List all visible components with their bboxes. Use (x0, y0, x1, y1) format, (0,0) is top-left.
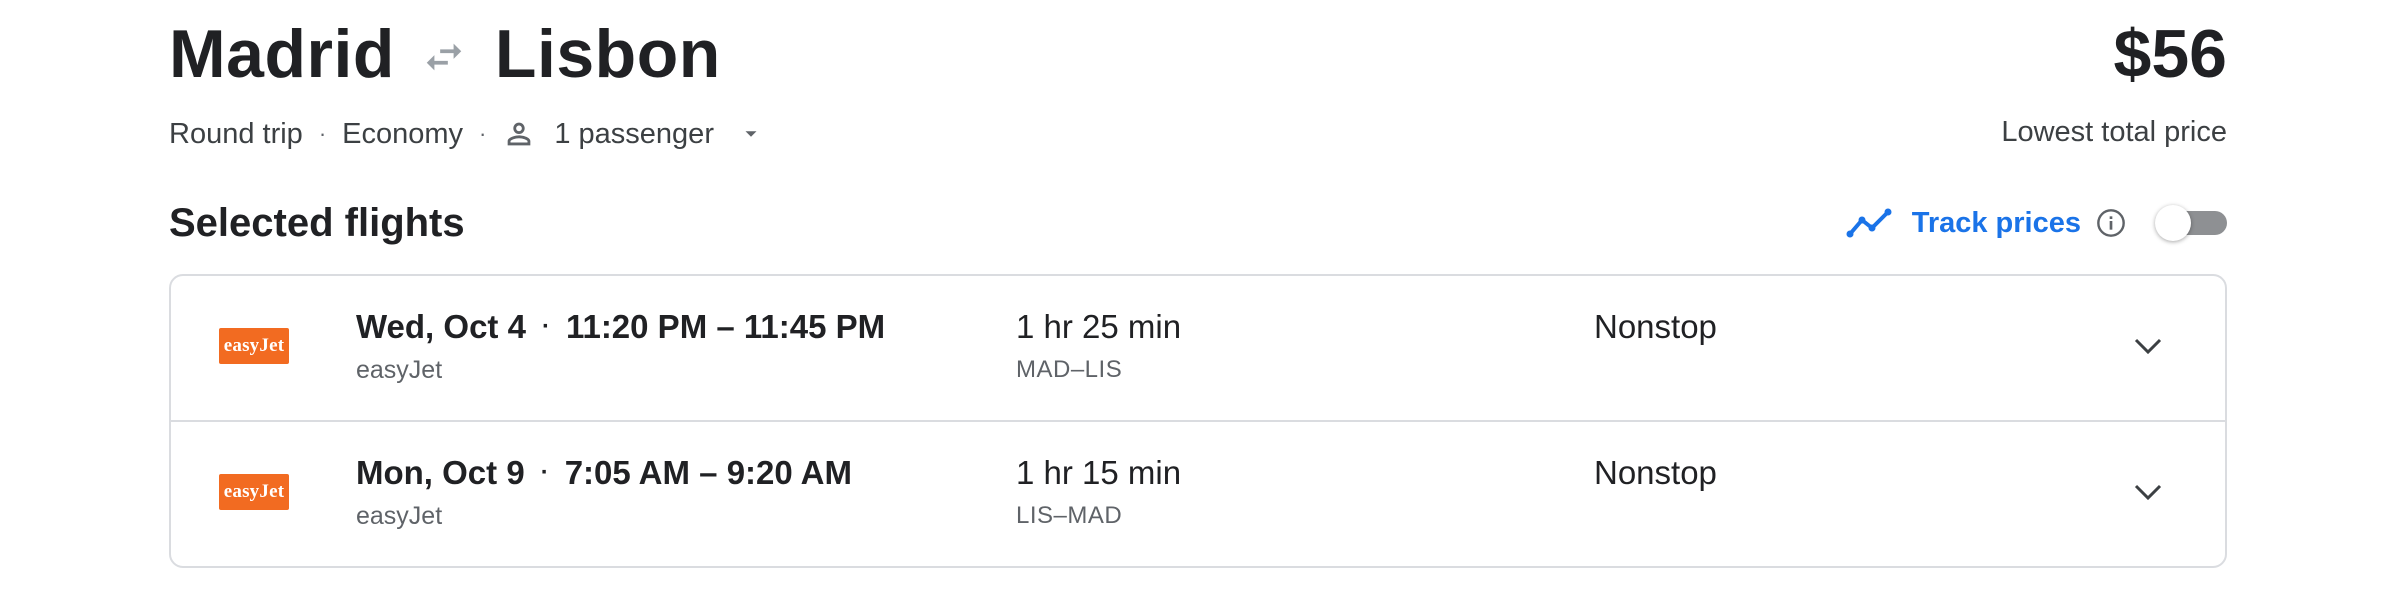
chevron-down-icon[interactable] (2133, 336, 2163, 356)
airline-logo-text: easyJet (223, 481, 285, 502)
selected-flights-card: easyJet Wed, Oct 4 · 11:20 PM – 11:45 PM… (169, 274, 2227, 568)
airline-name: easyJet (356, 502, 443, 530)
info-icon[interactable] (2095, 207, 2127, 239)
flight-row[interactable]: easyJet Mon, Oct 9 · 7:05 AM – 9:20 AM e… (171, 422, 2225, 566)
trip-details: Round trip · Economy · 1 passenger (169, 116, 762, 152)
flight-duration: 1 hr 25 min (1016, 308, 1182, 345)
chevron-down-icon[interactable] (2133, 482, 2163, 502)
toggle-knob (2155, 205, 2191, 241)
flight-stops: Nonstop (1594, 308, 1717, 345)
total-price: $56 (2113, 16, 2227, 92)
origin-city: Madrid (169, 16, 395, 92)
swap-arrows-icon[interactable] (421, 34, 467, 80)
track-prices-label[interactable]: Track prices (1912, 207, 2081, 240)
flight-stops: Nonstop (1594, 454, 1717, 491)
trend-line-icon (1846, 208, 1892, 238)
route-title: Madrid Lisbon (169, 14, 721, 94)
section-title: Selected flights (169, 201, 465, 245)
airline-logo: easyJet (219, 328, 289, 364)
separator-dot: · (541, 313, 550, 340)
price-caption: Lowest total price (2001, 116, 2227, 148)
flight-times: Mon, Oct 9 · 7:05 AM – 9:20 AM (356, 454, 852, 492)
cabin-class: Economy (342, 117, 464, 150)
airline-logo-text: easyJet (223, 335, 285, 356)
separator-dot: · (540, 459, 549, 486)
track-prices-toggle[interactable] (2155, 205, 2227, 241)
passenger-selector[interactable]: 1 passenger (502, 117, 762, 151)
passenger-count: 1 passenger (554, 117, 714, 150)
flight-date: Wed, Oct 4 (356, 308, 526, 345)
flight-times: Wed, Oct 4 · 11:20 PM – 11:45 PM (356, 308, 885, 346)
caret-down-icon (745, 131, 757, 137)
airport-codes: MAD–LIS (1016, 356, 1123, 383)
flight-time-range: 7:05 AM – 9:20 AM (564, 454, 853, 491)
flight-row[interactable]: easyJet Wed, Oct 4 · 11:20 PM – 11:45 PM… (171, 276, 2225, 422)
separator-dot: · (318, 121, 327, 146)
destination-city: Lisbon (494, 16, 721, 92)
airline-logo: easyJet (219, 474, 289, 510)
trip-type: Round trip (169, 117, 303, 150)
separator-dot: · (479, 121, 487, 146)
airline-name: easyJet (356, 356, 443, 384)
flight-time-range: 11:20 PM – 11:45 PM (565, 308, 886, 345)
track-prices: Track prices (1846, 198, 2227, 248)
flight-summary: Madrid Lisbon $56 Lowest total price Rou… (169, 0, 2227, 590)
flight-date: Mon, Oct 9 (356, 454, 525, 491)
flight-duration: 1 hr 15 min (1016, 454, 1182, 491)
person-icon (508, 122, 531, 146)
airport-codes: LIS–MAD (1016, 502, 1123, 529)
